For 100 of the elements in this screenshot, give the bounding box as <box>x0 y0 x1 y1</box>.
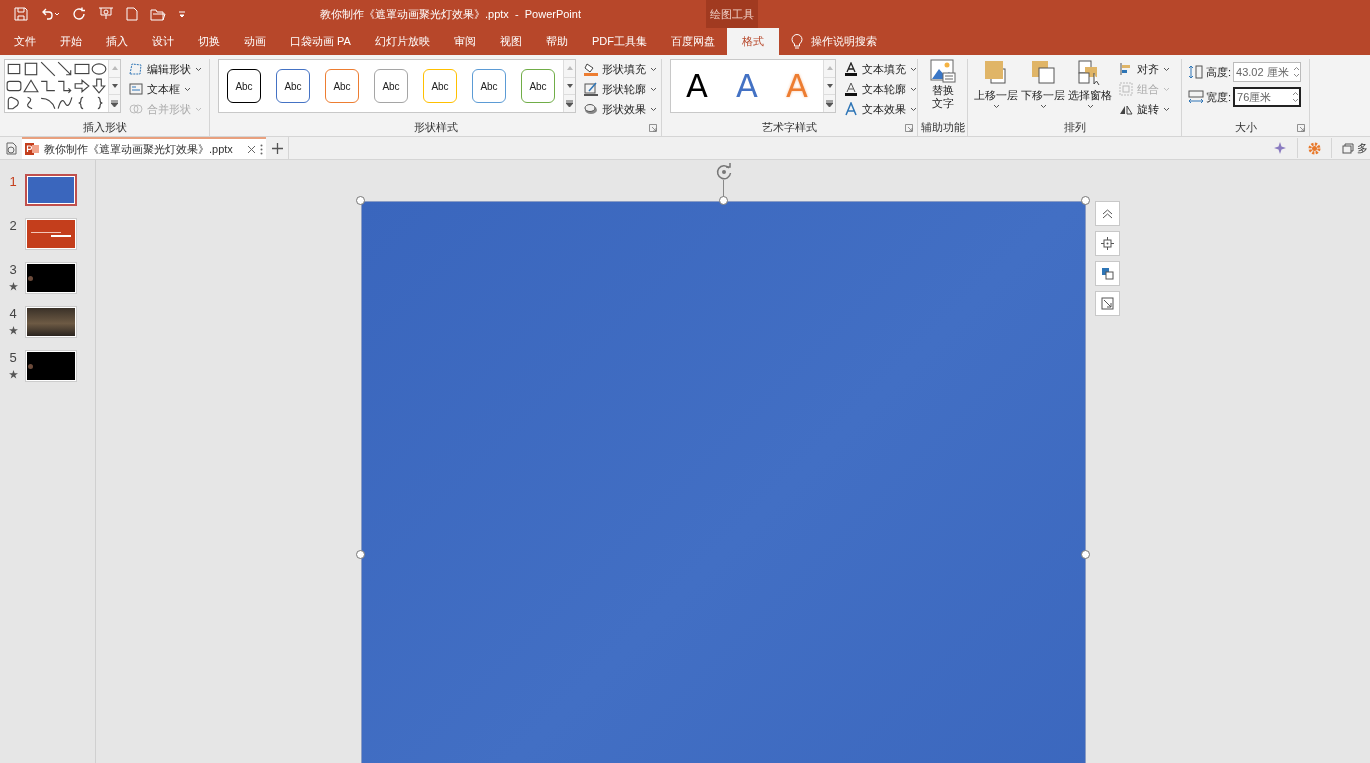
shape-icon[interactable] <box>40 61 56 77</box>
slide-thumbnail[interactable] <box>25 306 77 338</box>
shape-quick-button[interactable] <box>1095 201 1120 226</box>
save-icon[interactable] <box>14 7 28 21</box>
caret-icon <box>992 103 1000 109</box>
shape-icon[interactable] <box>74 78 90 94</box>
slide-thumbnail[interactable] <box>25 174 77 206</box>
shape-icon[interactable] <box>74 61 90 77</box>
gear-icon[interactable] <box>1308 141 1321 155</box>
add-tab-icon[interactable] <box>271 142 283 154</box>
sparkle-icon[interactable] <box>1273 141 1287 155</box>
slide-preview <box>28 177 74 203</box>
size-input[interactable]: 43.02 厘米 <box>1233 62 1302 82</box>
shape-style-swatch[interactable]: Abc <box>276 69 310 103</box>
document-tab[interactable]: 教你制作《遮罩动画聚光灯效果》.pptx <box>22 137 266 159</box>
windows-icon[interactable] <box>1342 142 1354 154</box>
photo-placeholder <box>27 308 75 336</box>
ribbon-tab[interactable]: 格式 <box>726 28 779 55</box>
spinner-icon[interactable] <box>1292 91 1300 103</box>
dialog-launcher-icon[interactable] <box>905 124 913 132</box>
arrange-button[interactable]: 下移一层 <box>1021 59 1065 119</box>
size-input[interactable]: 76厘米 <box>1233 87 1302 107</box>
shape-quick-button[interactable] <box>1095 231 1120 256</box>
ribbon-command[interactable]: 对齐 <box>1117 59 1172 79</box>
shape-style-swatch[interactable]: Abc <box>472 69 506 103</box>
wordart-style[interactable]: A <box>731 66 763 106</box>
ribbon-tab[interactable]: 开始 <box>48 28 94 55</box>
resize-icon <box>1101 297 1114 310</box>
ribbon-command[interactable]: 形状填充 <box>582 59 659 79</box>
group-label: 大小 <box>1234 119 1257 135</box>
ribbon-command[interactable]: 文本框 <box>127 79 204 99</box>
shape-icon[interactable] <box>57 78 73 94</box>
alt-text-button[interactable]: 替换文字 <box>929 59 956 118</box>
shape-style-swatch[interactable]: Abc <box>227 69 261 103</box>
ribbon-command[interactable]: 形状效果 <box>582 99 659 119</box>
field-label: 高度: <box>1206 64 1232 80</box>
customize-menu-icon[interactable] <box>178 10 186 18</box>
shape-icon[interactable] <box>91 61 107 77</box>
resize-handle[interactable] <box>1081 550 1090 559</box>
ribbon-command[interactable]: 编辑形状 <box>127 59 204 79</box>
gallery-scrollbar[interactable] <box>563 60 575 112</box>
resize-handle[interactable] <box>719 196 728 205</box>
shape-icon[interactable] <box>57 95 73 111</box>
presentation-icon[interactable] <box>98 7 114 21</box>
ribbon-tab[interactable]: 设计 <box>140 28 186 55</box>
more-options-icon[interactable] <box>260 143 263 155</box>
dialog-launcher-icon[interactable] <box>1297 124 1305 132</box>
close-icon[interactable] <box>247 144 256 154</box>
shape-icon[interactable] <box>57 61 73 77</box>
shape-icon[interactable] <box>6 61 22 77</box>
ribbon-tab[interactable]: 动画 <box>232 28 278 55</box>
undo-icon[interactable] <box>40 7 60 21</box>
ribbon-tab[interactable]: 视图 <box>487 28 534 55</box>
ribbon-tab[interactable]: PDF工具集 <box>579 28 659 55</box>
shape-style-swatch[interactable]: Abc <box>374 69 408 103</box>
bring-forward-icon <box>983 59 1009 87</box>
ribbon-command[interactable]: 文本轮廓 <box>842 79 919 99</box>
slide-thumbnail[interactable] <box>25 350 77 382</box>
shape-icon[interactable] <box>6 95 22 111</box>
ribbon-command[interactable]: 文本效果 <box>842 99 919 119</box>
ribbon-tab[interactable]: 切换 <box>186 28 232 55</box>
document-history-icon[interactable] <box>4 141 18 155</box>
ribbon-tab[interactable]: 帮助 <box>533 28 580 55</box>
slide-thumbnail[interactable] <box>25 218 77 250</box>
new-document-icon[interactable] <box>126 7 138 21</box>
ribbon-command[interactable]: 旋转 <box>1117 99 1172 119</box>
slide-thumbnail[interactable] <box>25 262 77 294</box>
shape-style-swatch[interactable]: Abc <box>325 69 359 103</box>
shape-style-swatch[interactable]: Abc <box>423 69 457 103</box>
ribbon-tab[interactable]: 审阅 <box>441 28 488 55</box>
tell-me-search[interactable]: 操作说明搜索 <box>810 33 877 50</box>
resize-handle[interactable] <box>356 196 365 205</box>
gallery-scrollbar[interactable] <box>108 60 120 112</box>
shape-icon[interactable] <box>91 78 107 94</box>
ribbon-command[interactable]: 形状轮廓 <box>582 79 659 99</box>
shape-quick-button[interactable] <box>1095 261 1120 286</box>
ribbon-tab[interactable]: 百度网盘 <box>658 28 727 55</box>
wordart-style[interactable]: A <box>681 66 713 106</box>
arrange-button[interactable]: 上移一层 <box>974 59 1018 119</box>
shape-style-swatch[interactable]: Abc <box>521 69 555 103</box>
shape-icon[interactable] <box>23 78 39 94</box>
rotate-handle-icon[interactable] <box>714 162 734 182</box>
folder-icon[interactable] <box>150 7 166 21</box>
shape-icon[interactable] <box>6 78 22 94</box>
ribbon-tab[interactable]: 幻灯片放映 <box>362 28 442 55</box>
dialog-launcher-icon[interactable] <box>649 124 657 132</box>
powerpoint-file-icon <box>25 142 40 156</box>
resize-handle[interactable] <box>1081 196 1090 205</box>
window-menu-label[interactable]: 多 <box>1357 139 1368 157</box>
redo-icon[interactable] <box>72 7 86 21</box>
ribbon-tab[interactable]: 文件 <box>2 28 48 55</box>
shape-icon[interactable] <box>23 61 39 77</box>
gallery-scrollbar[interactable] <box>823 60 835 112</box>
ribbon-tab[interactable]: 口袋动画 PA <box>278 28 363 55</box>
shape-icon[interactable] <box>40 78 56 94</box>
shape-icon[interactable] <box>40 95 56 111</box>
ribbon-command[interactable]: 文本填充 <box>842 59 919 79</box>
ribbon-tab[interactable]: 插入 <box>94 28 140 55</box>
resize-handle[interactable] <box>356 550 365 559</box>
arrange-button[interactable]: 选择窗格 <box>1068 59 1112 119</box>
